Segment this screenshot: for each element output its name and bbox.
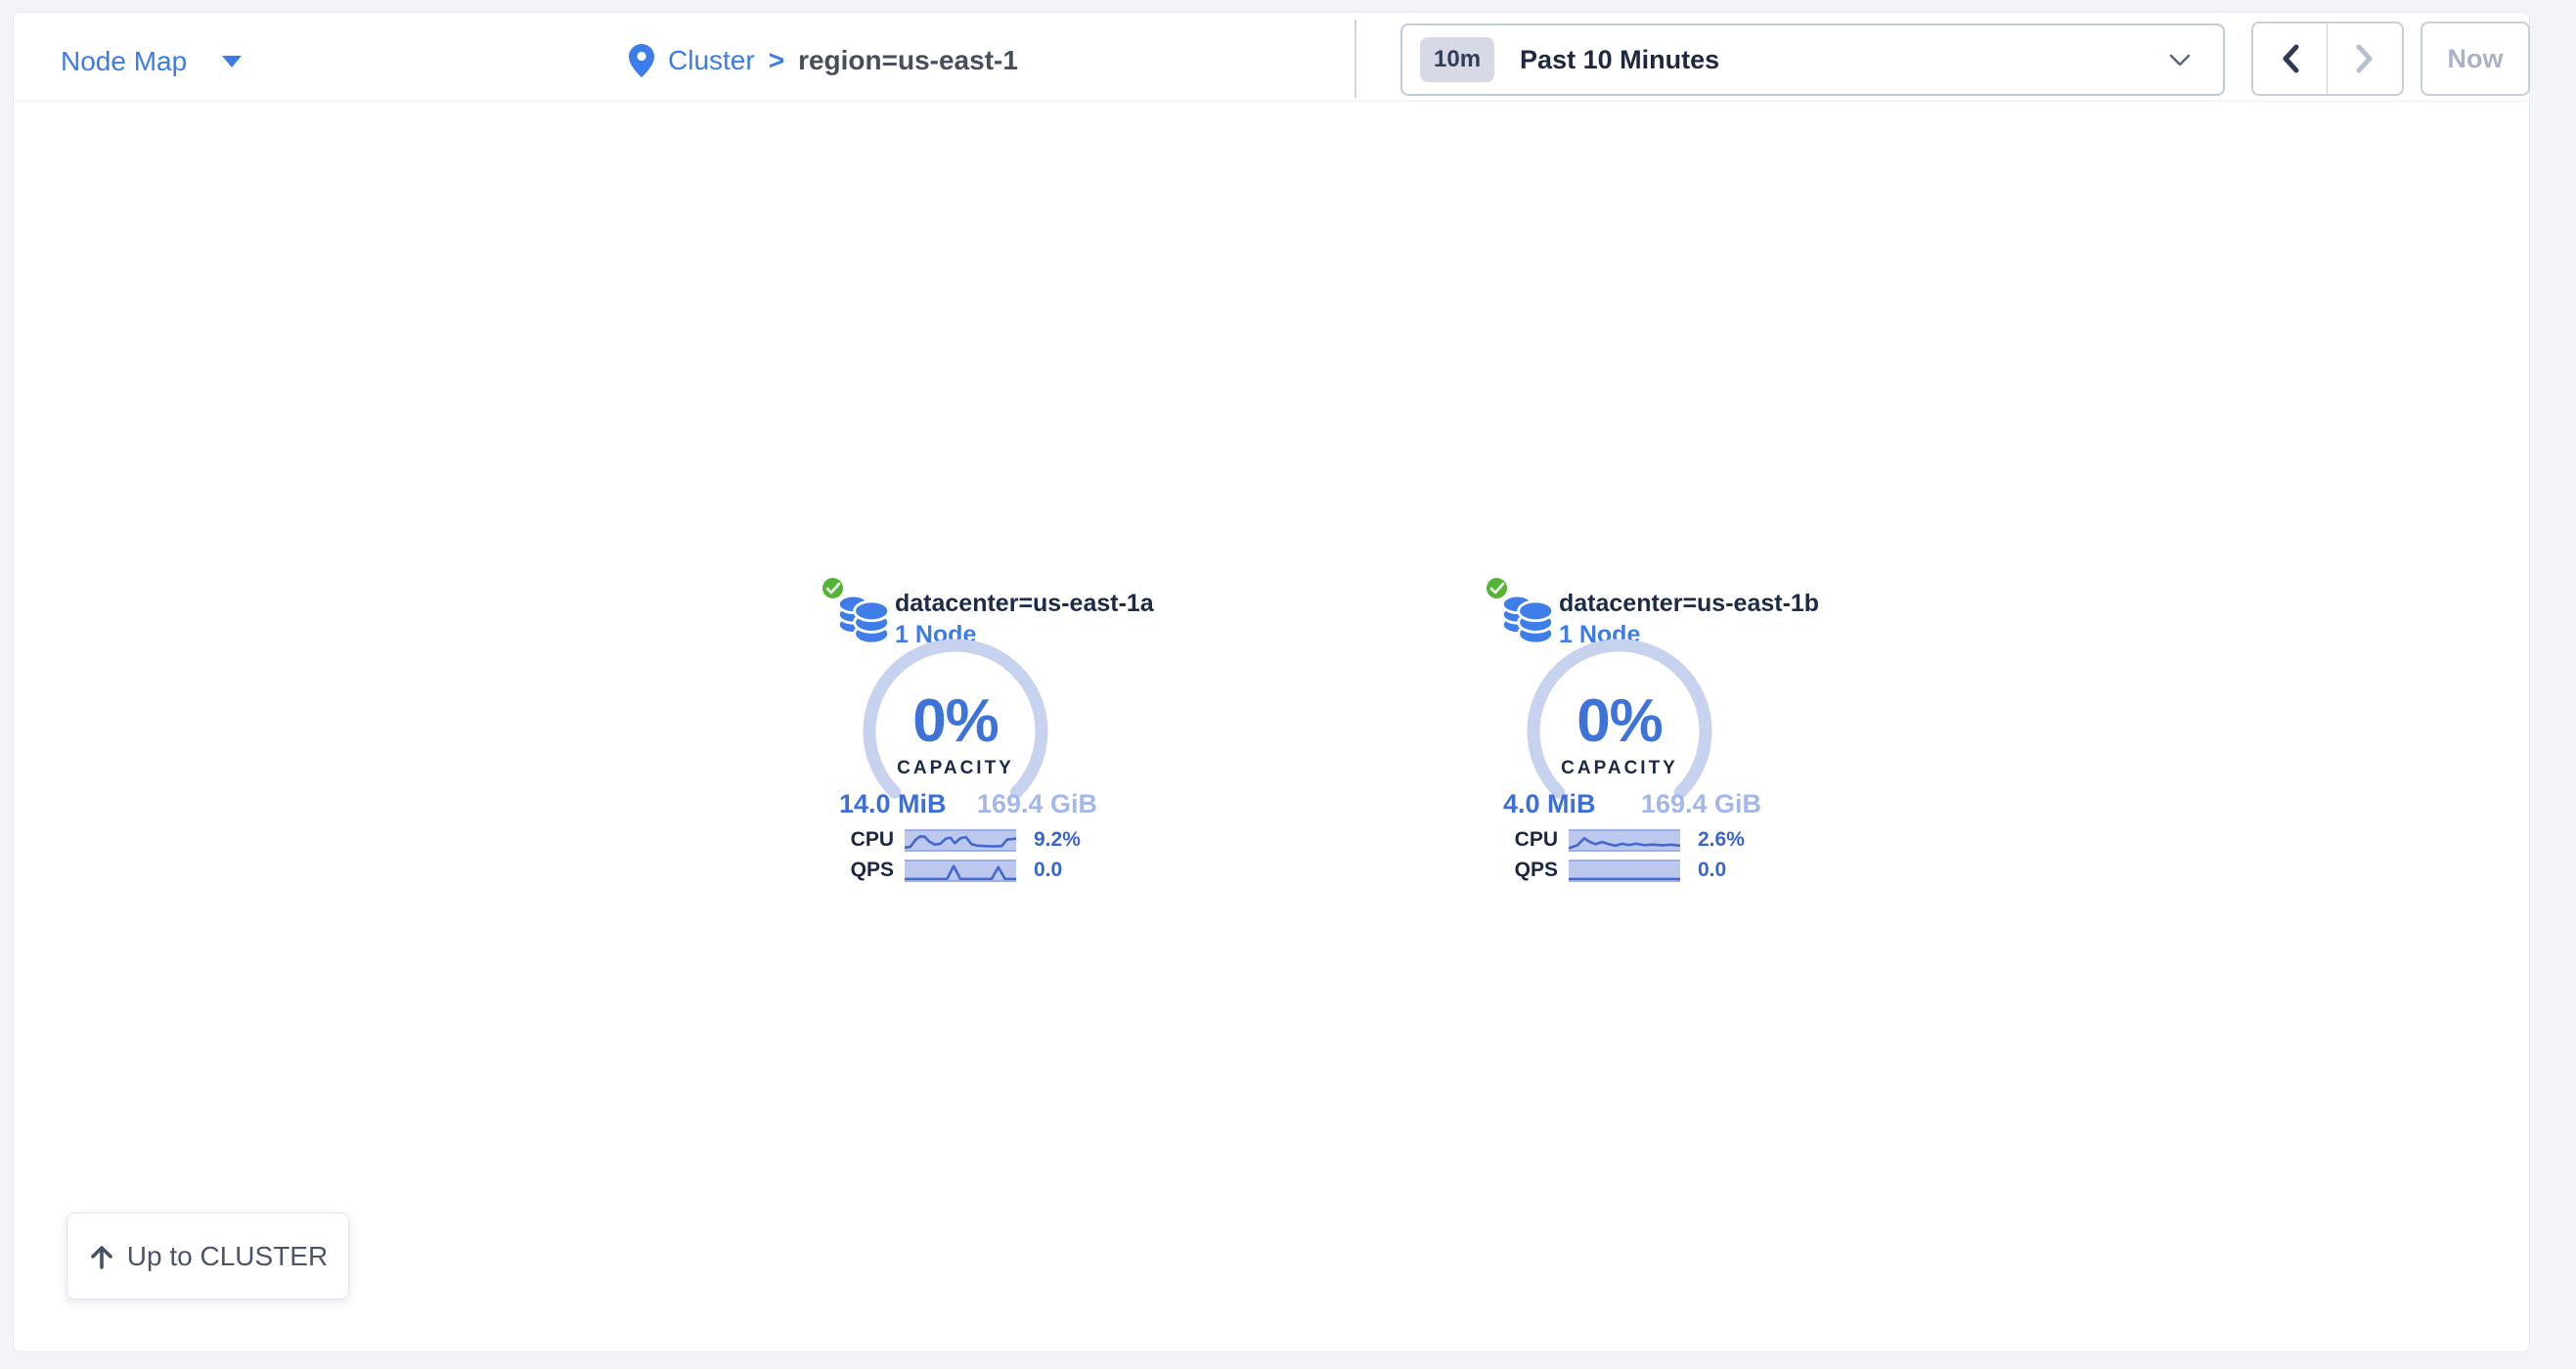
capacity-total: 169.4 GiB — [977, 789, 1097, 819]
caret-down-icon — [222, 56, 242, 67]
header-vertical-divider — [1355, 20, 1356, 98]
cpu-sparkline — [1569, 829, 1680, 852]
qps-sparkline — [1569, 860, 1680, 882]
up-to-cluster-label: Up to CLUSTER — [127, 1241, 328, 1272]
datacenter-name: datacenter=us-east-1b — [1559, 590, 1819, 618]
breadcrumb-cluster-link[interactable]: Cluster — [668, 45, 755, 76]
arrow-up-icon — [88, 1243, 115, 1270]
chevron-right-icon — [2352, 42, 2377, 75]
time-nav-group — [2251, 22, 2404, 96]
view-selector-dropdown[interactable]: Node Map — [61, 44, 242, 79]
capacity-caption: CAPACITY — [858, 758, 1053, 779]
chevron-left-icon — [2278, 42, 2303, 75]
previous-time-button[interactable] — [2253, 23, 2328, 94]
capacity-used: 4.0 MiB — [1503, 789, 1596, 819]
view-selector-label: Node Map — [61, 46, 187, 77]
cpu-label: CPU — [1484, 828, 1558, 852]
capacity-caption: CAPACITY — [1522, 758, 1717, 779]
qps-value: 0.0 — [1698, 859, 1726, 882]
time-window-badge: 10m — [1420, 37, 1494, 82]
breadcrumb: Cluster > region=us-east-1 — [629, 39, 1018, 82]
qps-sparkline — [905, 860, 1016, 882]
datacenter-name: datacenter=us-east-1a — [895, 590, 1154, 618]
node-map-panel — [13, 12, 2530, 1352]
cpu-label: CPU — [820, 828, 894, 852]
qps-value: 0.0 — [1034, 859, 1062, 882]
datacenter-card-us-east-1b[interactable]: datacenter=us-east-1b 1 Node 0% CAPACITY… — [1484, 572, 1777, 905]
breadcrumb-current: region=us-east-1 — [798, 45, 1018, 76]
now-button[interactable]: Now — [2421, 22, 2530, 96]
capacity-percent: 0% — [1522, 686, 1717, 756]
time-window-label: Past 10 Minutes — [1520, 45, 1719, 75]
cpu-value: 2.6% — [1698, 828, 1745, 852]
datacenter-card-us-east-1a[interactable]: datacenter=us-east-1a 1 Node 0% CAPACITY… — [820, 572, 1113, 905]
chevron-down-icon — [2168, 53, 2192, 68]
header-divider-line — [13, 101, 2530, 102]
capacity-used: 14.0 MiB — [839, 789, 947, 819]
qps-label: QPS — [820, 859, 894, 882]
capacity-total: 169.4 GiB — [1641, 789, 1761, 819]
qps-label: QPS — [1484, 859, 1558, 882]
location-pin-icon — [629, 44, 654, 77]
breadcrumb-separator: > — [769, 45, 784, 76]
next-time-button[interactable] — [2328, 23, 2402, 94]
capacity-percent: 0% — [858, 686, 1053, 756]
up-to-cluster-button[interactable]: Up to CLUSTER — [67, 1213, 349, 1300]
cpu-sparkline — [905, 829, 1016, 852]
time-window-dropdown[interactable]: 10m Past 10 Minutes — [1400, 23, 2225, 96]
cpu-value: 9.2% — [1034, 828, 1081, 852]
